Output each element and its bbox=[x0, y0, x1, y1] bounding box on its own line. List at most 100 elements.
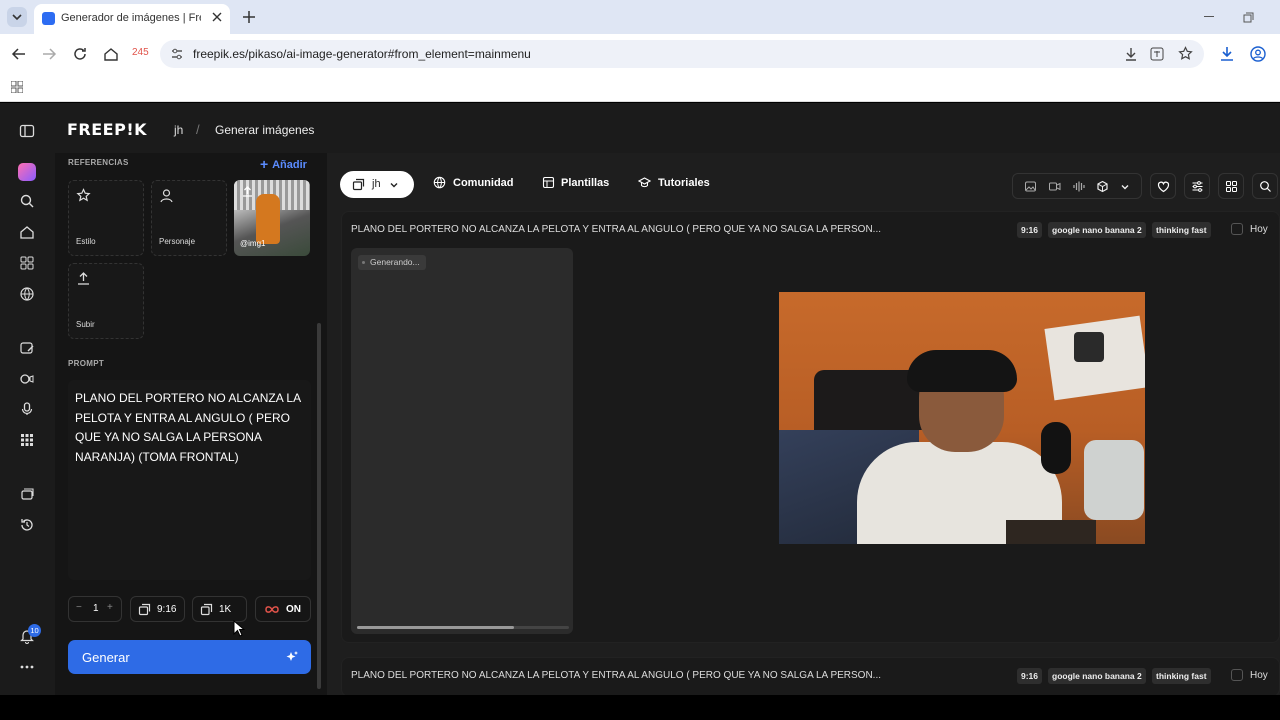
plus-icon: + bbox=[260, 156, 273, 172]
template-icon bbox=[542, 176, 555, 189]
bookmark-star-icon[interactable] bbox=[1178, 46, 1193, 61]
chevron-down-icon[interactable] bbox=[1120, 182, 1130, 192]
image-edit-icon[interactable] bbox=[19, 340, 35, 356]
reference-upload-card[interactable]: Subir bbox=[68, 263, 144, 339]
3d-filter-icon[interactable] bbox=[1096, 180, 1109, 193]
search-icon bbox=[1260, 181, 1271, 192]
select-checkbox[interactable] bbox=[1231, 223, 1243, 235]
translate-icon[interactable] bbox=[1150, 47, 1164, 61]
generate-button[interactable]: Generar bbox=[68, 640, 311, 674]
generation-card-2: PLANO DEL PORTERO NO ALCANZA LA PELOTA Y… bbox=[341, 657, 1280, 697]
filters-button[interactable] bbox=[1184, 173, 1210, 199]
image-count-stepper[interactable]: − 1 + bbox=[68, 596, 122, 622]
aspect-ratio-button[interactable]: 9:16 bbox=[130, 596, 185, 622]
aspect-ratio-icon bbox=[138, 603, 151, 616]
generation-prompt[interactable]: PLANO DEL PORTERO NO ALCANZA LA PELOTA Y… bbox=[351, 670, 881, 681]
microphone-icon[interactable] bbox=[19, 401, 35, 417]
apps-grid-icon[interactable] bbox=[11, 81, 23, 93]
select-checkbox[interactable] bbox=[1231, 669, 1243, 681]
globe-icon[interactable] bbox=[19, 286, 35, 302]
app-header: FREEP!K jh / Generar imágenes bbox=[55, 103, 1280, 153]
reference-upload-label: Subir bbox=[76, 320, 95, 329]
freepik-favicon-icon bbox=[42, 12, 55, 25]
forward-arrow-icon[interactable] bbox=[41, 46, 57, 62]
resolution-icon bbox=[200, 603, 213, 616]
home-icon[interactable] bbox=[19, 224, 35, 240]
history-icon[interactable] bbox=[19, 517, 35, 533]
favorites-button[interactable] bbox=[1150, 173, 1176, 199]
resolution-value: 1K bbox=[219, 604, 232, 615]
unlimited-mode-toggle[interactable]: ON bbox=[255, 596, 311, 622]
reference-image-thumbnail[interactable]: @img1 bbox=[234, 180, 310, 256]
reference-image-tag: @img1 bbox=[240, 239, 266, 248]
ai-suite-icon[interactable] bbox=[18, 163, 36, 181]
icon-rail: 10 bbox=[0, 103, 55, 695]
aspect-ratio-value: 9:16 bbox=[157, 604, 177, 615]
decrement-button[interactable]: − bbox=[76, 602, 82, 613]
minimize-window-button[interactable] bbox=[1204, 16, 1214, 17]
grid-view-button[interactable] bbox=[1218, 173, 1244, 199]
prompt-text[interactable]: PLANO DEL PORTERO NO ALCANZA LA PELOTA Y… bbox=[75, 389, 310, 467]
video-icon[interactable] bbox=[19, 371, 35, 387]
search-button[interactable] bbox=[1252, 173, 1278, 199]
address-bar[interactable]: freepik.es/pikaso/ai-image-generator#fro… bbox=[160, 40, 1204, 68]
collections-icon[interactable] bbox=[19, 487, 35, 503]
breadcrumb-workspace[interactable]: jh bbox=[174, 123, 183, 137]
workspace-selector[interactable]: jh bbox=[340, 171, 414, 198]
reference-style-card[interactable]: Estilo bbox=[68, 180, 144, 256]
add-reference-button[interactable]: + Añadir bbox=[260, 156, 307, 172]
new-tab-icon[interactable] bbox=[242, 10, 256, 24]
extension-counter[interactable]: 245 bbox=[132, 47, 149, 58]
apps-icon[interactable] bbox=[19, 255, 35, 271]
all-tools-icon[interactable] bbox=[19, 432, 35, 448]
close-icon[interactable] bbox=[210, 10, 224, 24]
notification-badge: 10 bbox=[28, 624, 41, 637]
browser-toolbar: 245 freepik.es/pikaso/ai-image-generator… bbox=[0, 34, 1280, 74]
workspace-name: jh bbox=[372, 178, 381, 190]
site-settings-icon[interactable] bbox=[170, 47, 184, 61]
date-label: Hoy bbox=[1250, 224, 1268, 235]
generating-placeholder: Generando... bbox=[351, 248, 573, 634]
audio-filter-icon[interactable] bbox=[1072, 180, 1085, 193]
increment-button[interactable]: + bbox=[107, 602, 113, 613]
home-icon[interactable] bbox=[103, 46, 119, 62]
search-icon[interactable] bbox=[19, 193, 35, 209]
upload-icon[interactable] bbox=[241, 185, 254, 198]
profile-icon[interactable] bbox=[1250, 46, 1266, 62]
generating-status-label: Generando... bbox=[370, 257, 420, 267]
browser-tab[interactable]: Generador de imágenes | Freepik bbox=[34, 4, 230, 34]
chevron-down-icon bbox=[12, 14, 22, 21]
tab-community-label: Comunidad bbox=[453, 177, 514, 189]
results-area: jh Comunidad Plantillas Tutoriales PLANO… bbox=[327, 153, 1280, 697]
model-tag: google nano banana 2 bbox=[1048, 222, 1146, 238]
url-text[interactable]: freepik.es/pikaso/ai-image-generator#fro… bbox=[193, 47, 531, 61]
restore-window-icon[interactable] bbox=[1243, 12, 1254, 23]
mouse-cursor-icon bbox=[233, 620, 245, 637]
generate-label: Generar bbox=[82, 650, 130, 665]
install-app-icon[interactable] bbox=[1124, 47, 1138, 61]
browser-tabstrip: Generador de imágenes | Freepik bbox=[0, 0, 1280, 34]
generation-prompt[interactable]: PLANO DEL PORTERO NO ALCANZA LA PELOTA Y… bbox=[351, 224, 881, 235]
sidebar-toggle-icon[interactable] bbox=[19, 123, 35, 139]
reference-video-frame bbox=[779, 292, 1145, 544]
image-filter-icon[interactable] bbox=[1024, 180, 1037, 193]
video-filter-icon[interactable] bbox=[1048, 180, 1061, 193]
reference-character-card[interactable]: Personaje bbox=[151, 180, 227, 256]
back-arrow-icon[interactable] bbox=[11, 46, 27, 62]
panel-scrollbar[interactable] bbox=[317, 323, 321, 689]
infinity-icon bbox=[265, 606, 279, 613]
tab-search-button[interactable] bbox=[7, 7, 27, 27]
unlimited-mode-value: ON bbox=[286, 604, 301, 615]
breadcrumb-page: Generar imágenes bbox=[215, 123, 315, 137]
reference-style-label: Estilo bbox=[76, 237, 96, 246]
downloads-icon[interactable] bbox=[1219, 46, 1235, 62]
more-icon[interactable] bbox=[19, 659, 35, 675]
generation-progress-bar bbox=[357, 626, 569, 629]
desk-surface bbox=[1006, 520, 1096, 544]
image-count-value: 1 bbox=[93, 603, 99, 614]
prompt-textarea[interactable]: PLANO DEL PORTERO NO ALCANZA LA PELOTA Y… bbox=[68, 380, 311, 580]
reload-icon[interactable] bbox=[72, 46, 88, 62]
resolution-button[interactable]: 1K bbox=[192, 596, 247, 622]
globe-icon bbox=[433, 176, 446, 189]
freepik-logo[interactable]: FREEP!K bbox=[67, 120, 147, 139]
